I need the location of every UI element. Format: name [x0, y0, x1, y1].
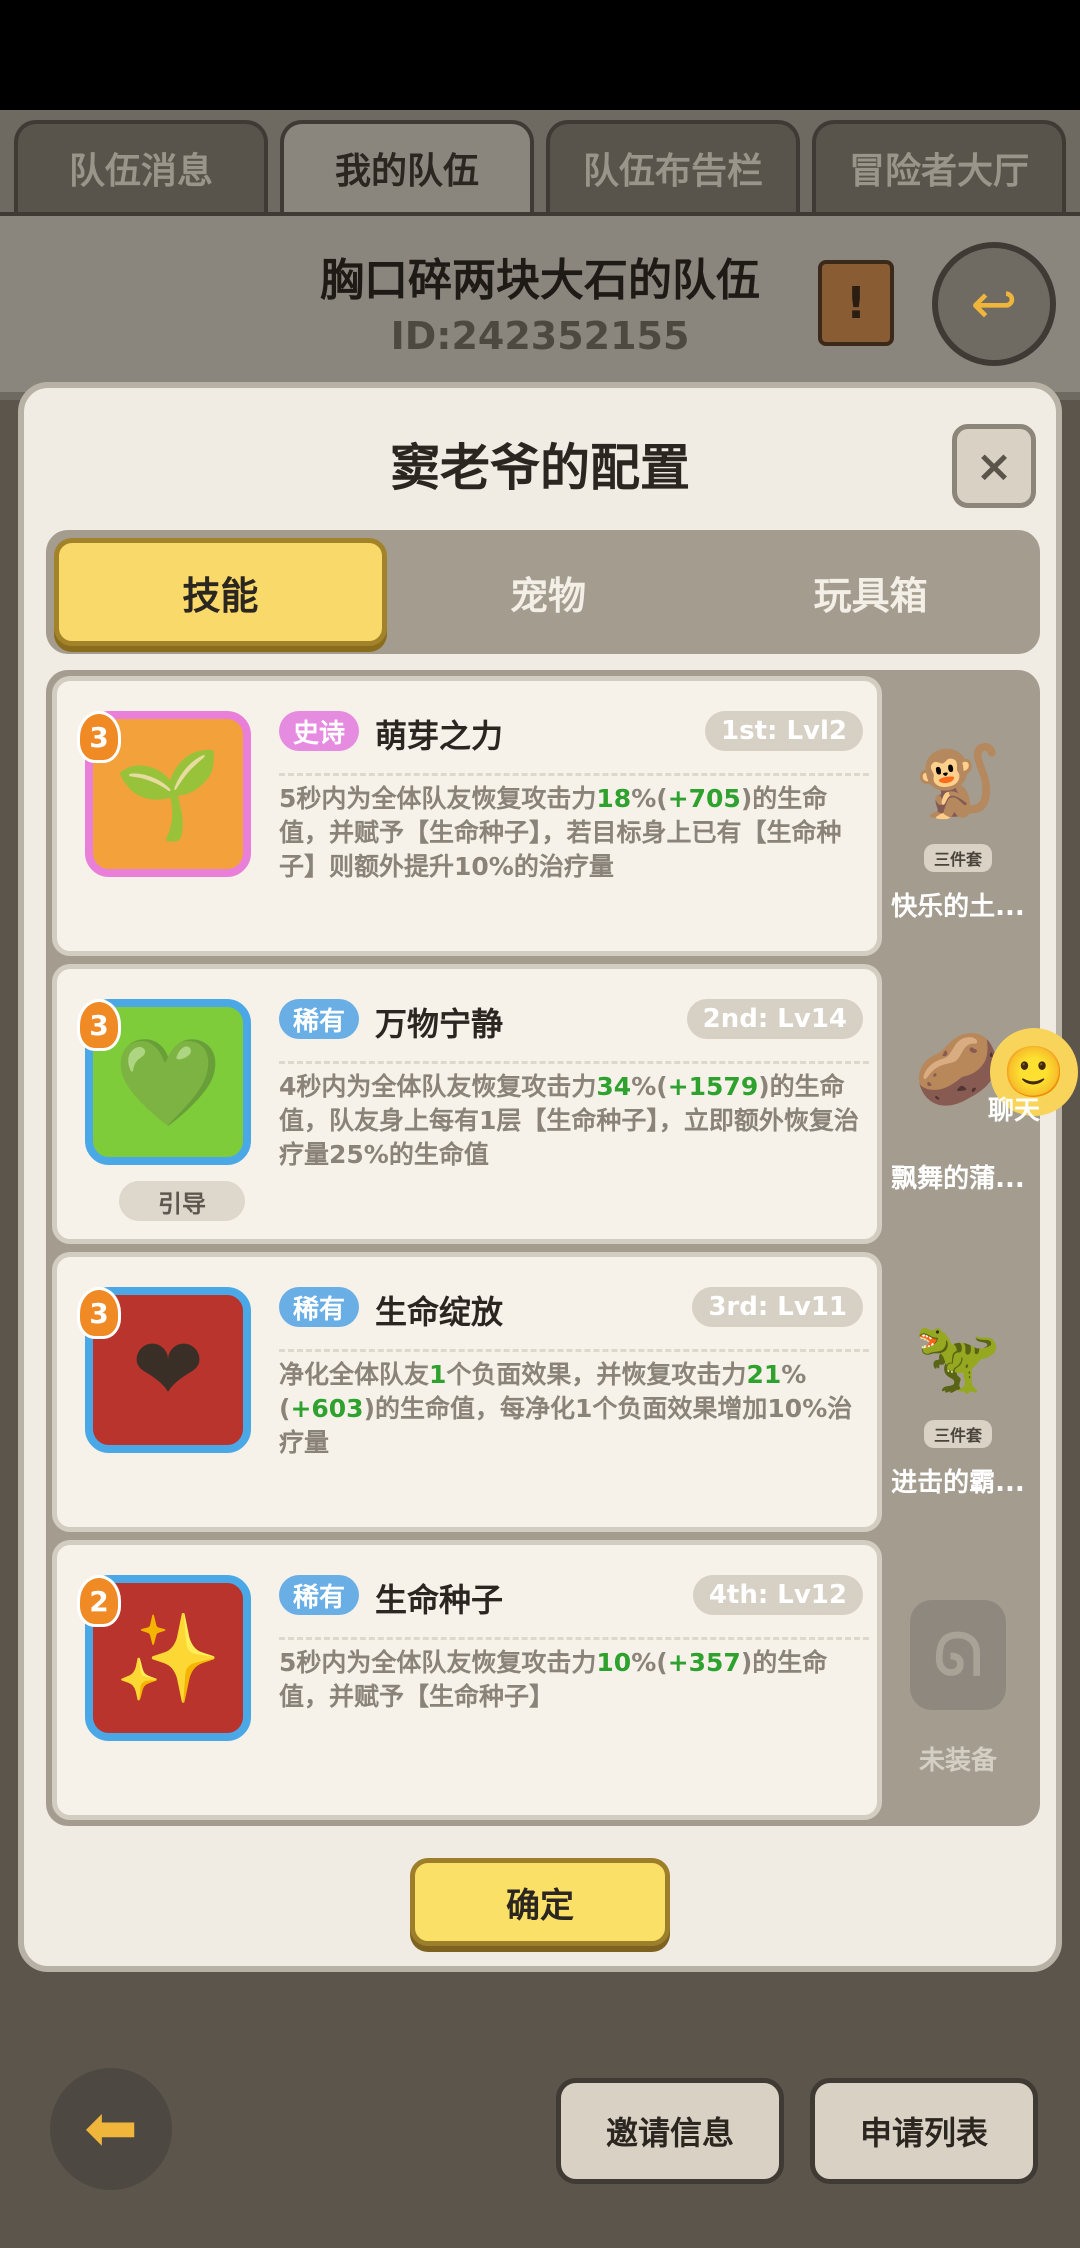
slot-level: 3rd: Lv11: [692, 1287, 863, 1327]
set-tag: 三件套: [923, 1420, 992, 1448]
slot-level: 4th: Lv12: [692, 1575, 863, 1615]
tab-team-messages[interactable]: 队伍消息: [14, 120, 268, 212]
pet-name: 快乐的土...: [891, 892, 1025, 922]
desc-text: 5秒内为全体队友恢复攻击力: [279, 784, 597, 813]
back-button[interactable]: ⬅: [50, 2068, 172, 2190]
team-id: ID:242352155: [390, 314, 690, 358]
exit-team-button[interactable]: ↩: [932, 242, 1056, 366]
pet-monkey-icon: 🐒: [914, 739, 1002, 822]
team-name: 胸口碎两块大石的队伍: [320, 255, 760, 306]
stat-value: +357: [667, 1648, 741, 1677]
config-segments: 技能 宠物 玩具箱: [46, 530, 1040, 654]
pet-slot-empty[interactable]: ᘏ 未装备: [882, 1540, 1034, 1810]
desc-text: %(: [631, 784, 668, 813]
skill-card[interactable]: ✨ 2 稀有 生命种子 4th: Lv12 5秒内为全体队友恢复攻击力10%(+…: [52, 1540, 882, 1820]
set-tag: 三件套: [923, 844, 992, 872]
desc-text: )的生命值，每净化1个负面效果增加10%治疗量: [279, 1394, 853, 1457]
stat-value: +705: [667, 784, 741, 813]
skill-level-badge: 3: [77, 999, 121, 1051]
tab-team-board[interactable]: 队伍布告栏: [546, 120, 800, 212]
pet-name: 进击的霸...: [891, 1468, 1025, 1498]
pet-name: 未装备: [918, 1746, 997, 1776]
segment-skills[interactable]: 技能: [54, 538, 387, 646]
notice-scroll-icon[interactable]: !: [818, 260, 894, 346]
skill-description: 5秒内为全体队友恢复攻击力10%(+357)的生命值，并赋予【生命种子】: [279, 1637, 869, 1714]
pet-slot[interactable]: 🦖 三件套 进击的霸...: [882, 1252, 1034, 1522]
close-icon: ×: [975, 440, 1013, 492]
stat-value: 21: [746, 1360, 782, 1389]
skill-card[interactable]: ❤ 3 稀有 生命绽放 3rd: Lv11 净化全体队友1个负面效果，并恢复攻击…: [52, 1252, 882, 1532]
stat-value: 1: [429, 1360, 447, 1389]
pet-slot[interactable]: 🐒 三件套 快乐的土...: [882, 676, 1034, 946]
stat-value: 18: [596, 784, 632, 813]
slot-level: 1st: Lvl2: [705, 711, 863, 751]
close-button[interactable]: ×: [952, 424, 1036, 508]
skill-level-badge: 3: [77, 711, 121, 763]
skill-level-badge: 3: [77, 1287, 121, 1339]
rarity-badge: 稀有: [279, 1575, 360, 1615]
tab-my-team[interactable]: 我的队伍: [280, 120, 534, 212]
channel-tag: 引导: [119, 1181, 245, 1221]
back-arrow-icon: ⬅: [84, 2092, 138, 2166]
segment-toybox[interactable]: 玩具箱: [709, 538, 1032, 646]
confirm-button[interactable]: 确定: [410, 1858, 670, 1946]
stat-value: +1579: [667, 1072, 759, 1101]
skill-name: 萌芽之力: [375, 717, 504, 755]
chat-label[interactable]: 聊天: [988, 1090, 1040, 1127]
skill-name: 万物宁静: [375, 1005, 504, 1043]
desc-text: 净化全体队友: [279, 1360, 430, 1389]
desc-text: 5秒内为全体队友恢复攻击力: [279, 1648, 597, 1677]
slot-level: 2nd: Lv14: [686, 999, 863, 1039]
apply-list-button[interactable]: 申请列表: [810, 2078, 1038, 2184]
team-banner: 胸口碎两块大石的队伍 ID:242352155 ! ↩: [0, 212, 1080, 392]
top-tabs: 队伍消息 我的队伍 队伍布告栏 冒险者大厅: [14, 120, 1066, 212]
empty-slot-icon: ᘏ: [910, 1600, 1006, 1710]
status-bar: [0, 0, 1080, 110]
rarity-badge: 史诗: [279, 711, 360, 751]
desc-text: 4秒内为全体队友恢复攻击力: [279, 1072, 597, 1101]
skill-card[interactable]: 🌱 3 史诗 萌芽之力 1st: Lvl2 5秒内为全体队友恢复攻击力18%(+…: [52, 676, 882, 956]
rarity-badge: 稀有: [279, 1287, 360, 1327]
stat-value: 34: [596, 1072, 632, 1101]
skill-name: 生命种子: [375, 1581, 504, 1619]
pet-name: 飘舞的蒲...: [891, 1164, 1025, 1194]
skill-list: 🌱 3 史诗 萌芽之力 1st: Lvl2 5秒内为全体队友恢复攻击力18%(+…: [46, 670, 1040, 1826]
pet-dino-icon: 🦖: [914, 1315, 1002, 1398]
stat-value: +603: [290, 1394, 364, 1423]
skill-description: 净化全体队友1个负面效果，并恢复攻击力21%(+603)的生命值，每净化1个负面…: [279, 1349, 869, 1460]
exit-arrow-icon: ↩: [970, 271, 1018, 337]
skill-description: 4秒内为全体队友恢复攻击力34%(+1579)的生命值，队友身上每有1层【生命种…: [279, 1061, 869, 1172]
invite-info-button[interactable]: 邀请信息: [556, 2078, 784, 2184]
stat-value: 10: [596, 1648, 632, 1677]
config-modal: 窦老爷的配置 × 技能 宠物 玩具箱 🌱 3 史诗 萌芽之力 1st: Lvl2…: [18, 382, 1062, 1972]
skill-level-badge: 2: [77, 1575, 121, 1627]
desc-text: 个负面效果，并恢复攻击力: [446, 1360, 747, 1389]
modal-title: 窦老爷的配置: [390, 439, 690, 497]
skill-name: 生命绽放: [375, 1293, 504, 1331]
segment-pets[interactable]: 宠物: [387, 538, 710, 646]
desc-text: %(: [631, 1648, 668, 1677]
skill-card[interactable]: 💚 3 引导 稀有 万物宁静 2nd: Lv14 4秒内为全体队友恢复攻击力34…: [52, 964, 882, 1244]
tab-adventurer-hall[interactable]: 冒险者大厅: [812, 120, 1066, 212]
skill-description: 5秒内为全体队友恢复攻击力18%(+705)的生命值，并赋予【生命种子】，若目标…: [279, 773, 869, 884]
desc-text: %(: [631, 1072, 668, 1101]
rarity-badge: 稀有: [279, 999, 360, 1039]
